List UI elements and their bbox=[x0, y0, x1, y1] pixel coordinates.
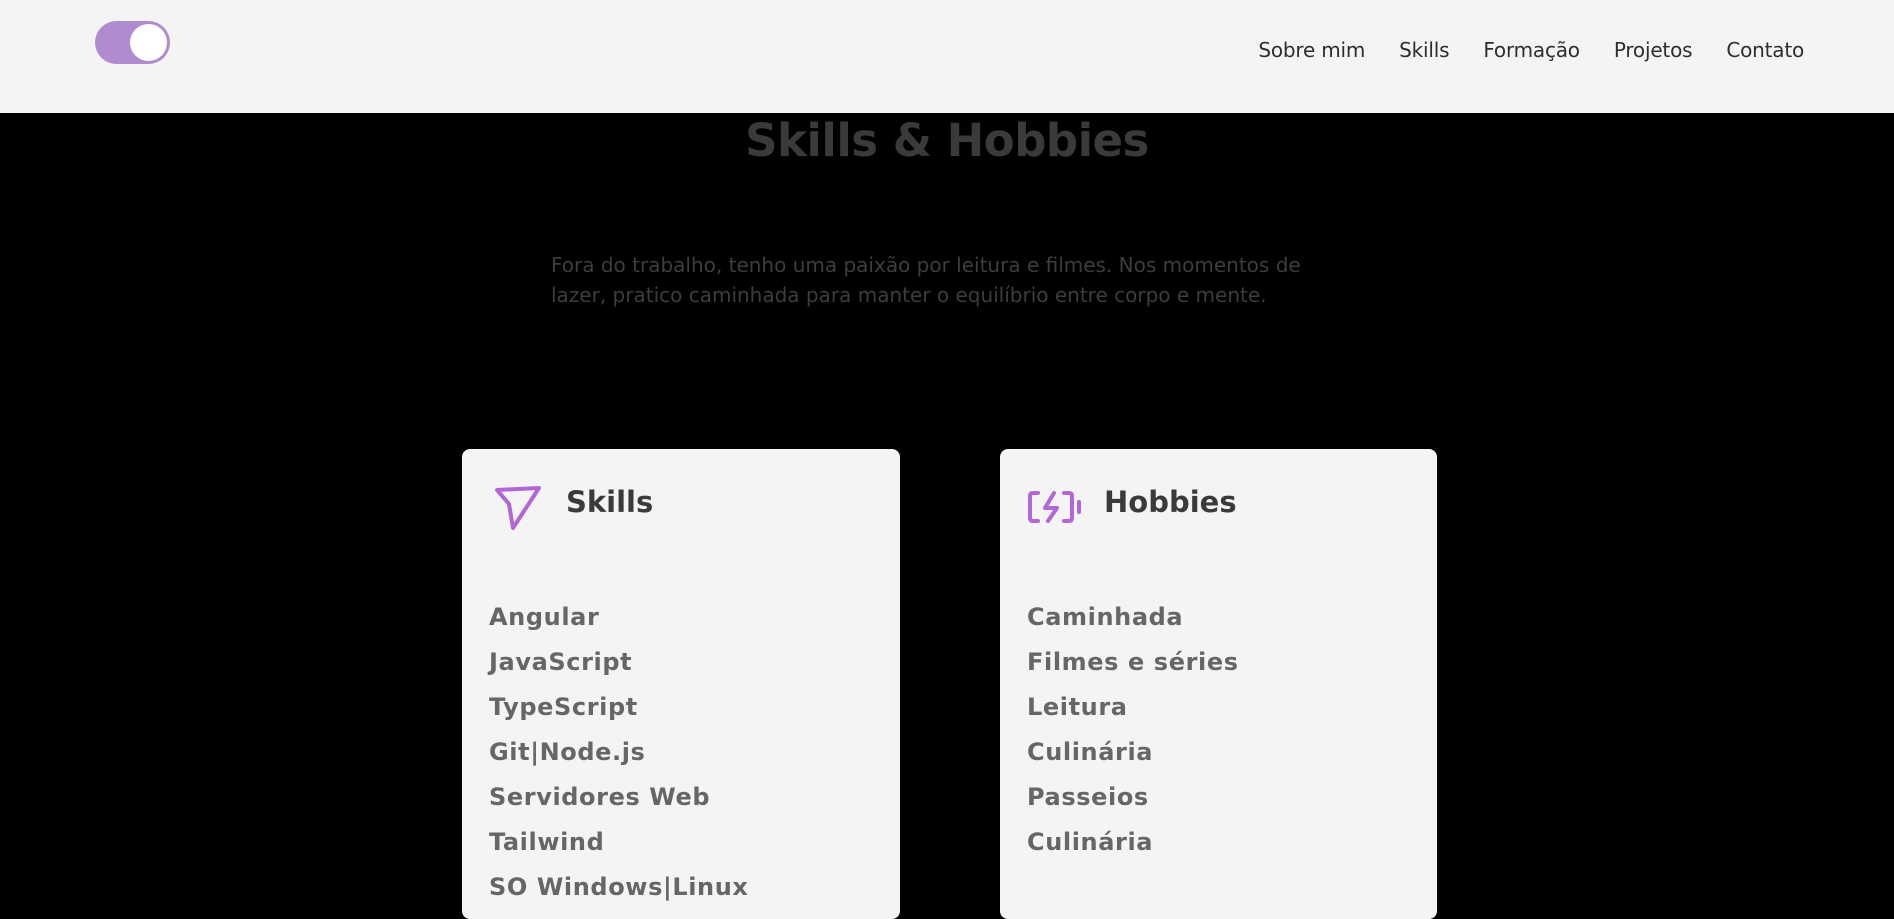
list-item: Culinária bbox=[1027, 828, 1154, 856]
main-nav: Sobre mim Skills Formação Projetos Conta… bbox=[1258, 38, 1804, 62]
nav-link-skills[interactable]: Skills bbox=[1399, 38, 1449, 62]
section-title: Skills & Hobbies bbox=[745, 114, 1149, 167]
list-item: Servidores Web bbox=[489, 783, 711, 811]
list-item: Angular bbox=[489, 603, 600, 631]
theme-toggle[interactable] bbox=[95, 21, 170, 64]
list-item: JavaScript bbox=[489, 648, 633, 676]
list-item: SO Windows|Linux bbox=[489, 873, 749, 901]
battery-charging-icon bbox=[1028, 491, 1081, 523]
nav-link-sobre-mim[interactable]: Sobre mim bbox=[1258, 38, 1365, 62]
hobbies-list: Caminhada Filmes e séries Leitura Culiná… bbox=[1027, 602, 1239, 872]
description-line-2: lazer, pratico caminhada para manter o e… bbox=[551, 283, 1267, 307]
list-item: Tailwind bbox=[489, 828, 605, 856]
list-item: Passeios bbox=[1027, 783, 1149, 811]
nav-link-formacao[interactable]: Formação bbox=[1483, 38, 1580, 62]
nav-link-projetos[interactable]: Projetos bbox=[1614, 38, 1693, 62]
skills-card-title: Skills bbox=[566, 485, 654, 519]
list-item: Culinária bbox=[1027, 738, 1154, 766]
list-item: Git|Node.js bbox=[489, 738, 646, 766]
nav-link-contato[interactable]: Contato bbox=[1726, 38, 1804, 62]
top-header: Sobre mim Skills Formação Projetos Conta… bbox=[0, 0, 1894, 113]
list-item: Filmes e séries bbox=[1027, 648, 1239, 676]
list-item: Leitura bbox=[1027, 693, 1128, 721]
list-item: Caminhada bbox=[1027, 603, 1184, 631]
hobbies-card-title: Hobbies bbox=[1104, 485, 1237, 519]
section-description: Fora do trabalho, tenho uma paixão por l… bbox=[551, 250, 1331, 310]
hobbies-card: Hobbies Caminhada Filmes e séries Leitur… bbox=[1000, 449, 1437, 919]
toggle-knob bbox=[130, 24, 167, 61]
skills-list: Angular JavaScript TypeScript Git|Node.j… bbox=[489, 602, 749, 917]
description-line-1: Fora do trabalho, tenho uma paixão por l… bbox=[551, 253, 1301, 277]
skills-card: Skills Angular JavaScript TypeScript Git… bbox=[462, 449, 900, 919]
send-arrow-icon bbox=[495, 486, 541, 530]
list-item: TypeScript bbox=[489, 693, 638, 721]
